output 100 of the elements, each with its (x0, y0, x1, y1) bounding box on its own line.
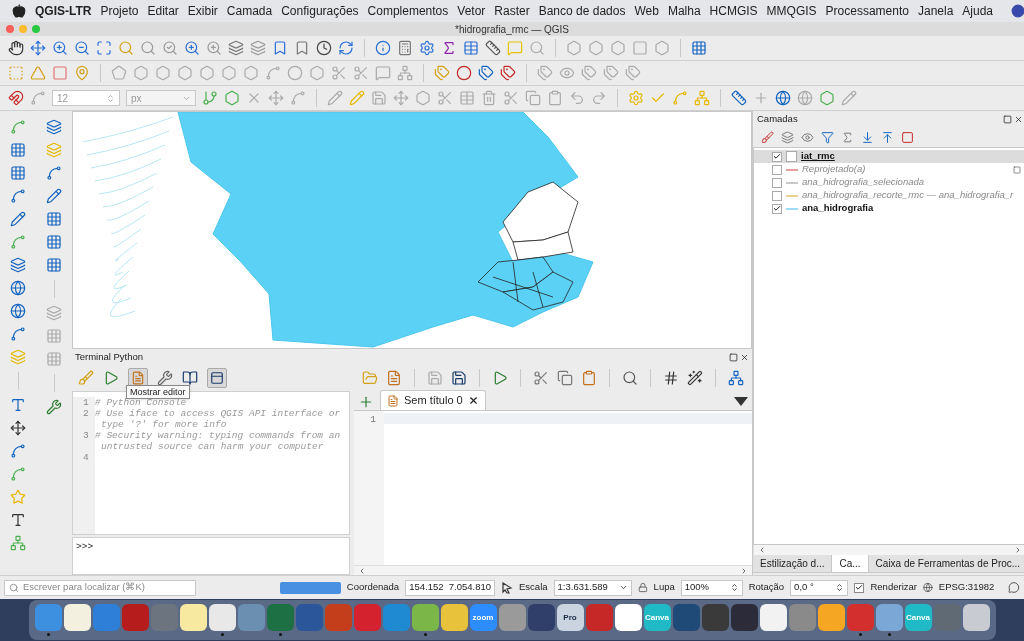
pencil-icon[interactable] (46, 188, 62, 204)
layer-checkbox[interactable] (772, 164, 782, 175)
lock-icon[interactable] (637, 582, 648, 593)
rotation-field[interactable]: 0,0 ° (790, 579, 849, 596)
grid-icon[interactable] (46, 351, 62, 367)
ruler-icon[interactable] (485, 40, 501, 56)
panel-tab[interactable]: Estilização d... (753, 555, 832, 573)
vertex-icon[interactable] (10, 466, 26, 482)
search-icon[interactable] (622, 370, 638, 386)
menu-item[interactable]: Projeto (100, 2, 139, 20)
scale-dropdown[interactable]: 1:3.631.589 (553, 579, 632, 596)
vertex-icon[interactable] (46, 165, 62, 181)
spinner-arrows-icon[interactable] (729, 583, 739, 592)
magnet-icon[interactable] (8, 90, 24, 106)
refresh-icon[interactable] (338, 40, 354, 56)
app-icon[interactable] (817, 604, 845, 631)
trash-icon[interactable] (481, 90, 497, 106)
info-icon[interactable] (375, 40, 391, 56)
menu-item[interactable]: Editar (147, 2, 179, 20)
collapse-icon[interactable] (881, 130, 894, 144)
clock-icon[interactable] (316, 40, 332, 56)
grid-icon[interactable] (691, 40, 707, 56)
layers-icon[interactable] (46, 119, 62, 135)
globe-icon[interactable] (10, 280, 26, 296)
pentagon-icon[interactable] (111, 65, 127, 81)
hexagon-icon[interactable] (224, 90, 240, 106)
vertex-icon[interactable] (10, 326, 26, 342)
hexagon-icon[interactable] (199, 65, 215, 81)
menu-item[interactable]: Raster (494, 2, 530, 20)
wrench-icon[interactable] (46, 399, 62, 415)
book-icon[interactable] (182, 370, 198, 386)
window-toggle-button[interactable] (207, 368, 227, 388)
scroll-bar[interactable] (354, 565, 752, 575)
speech-bubble-icon[interactable] (375, 65, 391, 81)
scissors-icon[interactable] (353, 65, 369, 81)
minimize-button[interactable] (19, 25, 27, 33)
pencil-icon[interactable] (10, 211, 26, 227)
move-icon[interactable] (393, 90, 409, 106)
remove-layer-icon[interactable] (901, 130, 914, 144)
scroll-bar[interactable] (753, 545, 1024, 555)
app-icon[interactable] (440, 604, 468, 631)
square-icon[interactable] (632, 40, 648, 56)
grid-icon[interactable] (10, 165, 26, 181)
ruler-icon[interactable] (731, 90, 747, 106)
panel-tab[interactable]: Caixa de Ferramentas de Proc... (868, 555, 1024, 573)
undo-icon[interactable] (569, 90, 585, 106)
filter-icon[interactable] (821, 130, 834, 144)
layers-icon[interactable] (781, 130, 794, 144)
hexagon-icon[interactable] (588, 40, 604, 56)
close-icon[interactable] (740, 352, 749, 362)
text-icon[interactable] (10, 512, 26, 528)
menu-item[interactable]: Janela (917, 2, 954, 20)
menu-item[interactable]: Camada (226, 2, 273, 20)
layer-checkbox[interactable] (772, 203, 782, 214)
plus-icon[interactable] (358, 394, 374, 410)
layer-checkbox[interactable] (772, 151, 782, 162)
network-icon[interactable] (10, 535, 26, 551)
globe-icon[interactable] (922, 582, 933, 593)
expression-icon[interactable] (841, 130, 854, 144)
label-icon[interactable] (434, 65, 450, 81)
speech-bubble-icon[interactable] (507, 40, 523, 56)
hexagon-icon[interactable] (133, 65, 149, 81)
menu-item[interactable]: HCMGIS (709, 2, 758, 20)
pin-icon[interactable] (74, 65, 90, 81)
hexagon-icon[interactable] (819, 90, 835, 106)
magnifier-field[interactable]: 100% (680, 579, 743, 596)
menu-item[interactable]: Configurações (281, 2, 359, 20)
hexagon-icon[interactable] (654, 40, 670, 56)
close-icon[interactable] (467, 395, 479, 406)
menu-item[interactable]: Exibir (187, 2, 218, 20)
menu-item[interactable]: Vetor (457, 2, 486, 20)
grid-icon[interactable] (46, 257, 62, 273)
editor-toggle-button[interactable] (128, 368, 148, 388)
layers-icon[interactable] (250, 40, 266, 56)
brush-icon[interactable] (761, 130, 774, 144)
app-icon[interactable] (730, 604, 758, 631)
close-window-button[interactable] (6, 25, 14, 33)
wand-icon[interactable] (687, 370, 703, 386)
editor-tab[interactable]: Sem título 0 (380, 390, 486, 410)
maximize-icon[interactable] (96, 40, 112, 56)
table-icon[interactable] (463, 40, 479, 56)
document-icon[interactable] (386, 370, 402, 386)
zoom-in-icon[interactable] (184, 40, 200, 56)
locator-search-field[interactable]: Escrever para localizar (⌘K) (4, 579, 196, 596)
hash-icon[interactable] (663, 370, 679, 386)
vertex-icon[interactable] (10, 119, 26, 135)
menu-item[interactable]: Processamento (825, 2, 909, 20)
folder-icon[interactable] (362, 370, 378, 386)
vertex-icon[interactable] (10, 234, 26, 250)
grid-icon[interactable] (46, 328, 62, 344)
layers-icon[interactable] (228, 40, 244, 56)
text-icon[interactable] (10, 397, 26, 413)
app-menu[interactable]: QGIS-LTR (35, 2, 92, 20)
zoom-button[interactable] (32, 25, 40, 33)
layer-checkbox[interactable] (772, 177, 782, 188)
status-icon[interactable] (1011, 4, 1024, 18)
hexagon-icon[interactable] (309, 65, 325, 81)
app-icon[interactable] (875, 604, 903, 631)
console-input[interactable]: >>> (72, 537, 350, 575)
grid-icon[interactable] (46, 211, 62, 227)
